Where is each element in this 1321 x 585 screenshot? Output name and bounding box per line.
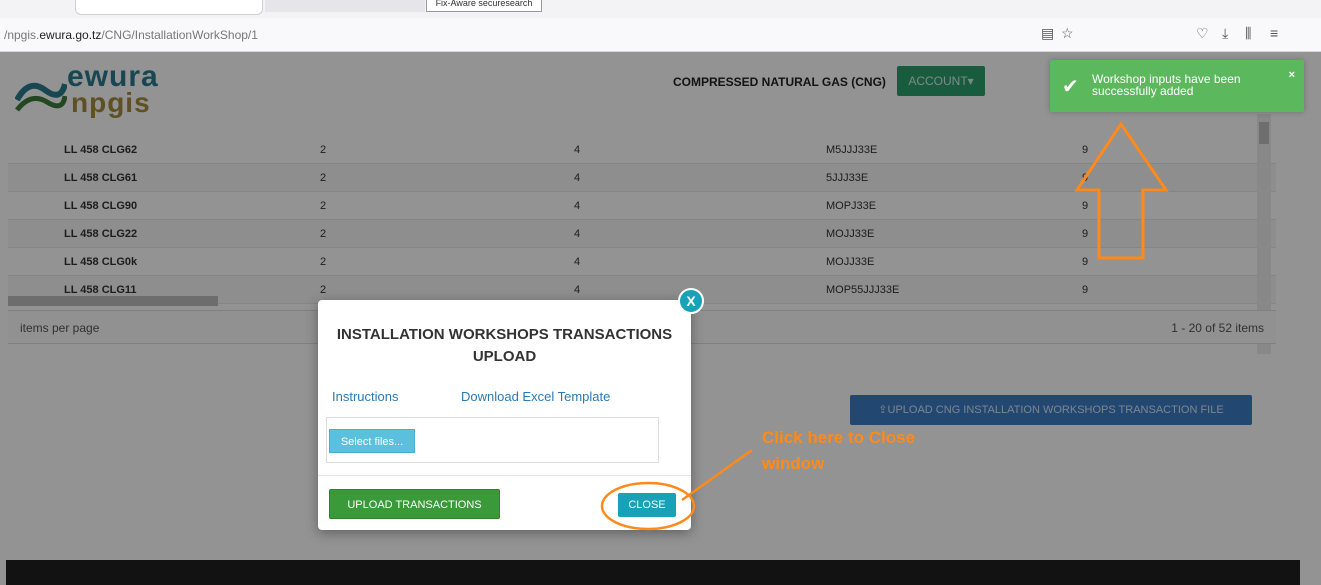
pocket-icon[interactable]: ♡ (1196, 25, 1209, 42)
reader-view-icon[interactable]: ▤ (1041, 25, 1054, 42)
checkmark-icon: ✔ (1062, 76, 1079, 98)
close-button[interactable]: CLOSE (618, 493, 676, 517)
bookmark-star-icon[interactable]: ☆ (1061, 25, 1074, 42)
modal-title: INSTALLATION WORKSHOPS TRANSACTIONS UPLO… (336, 326, 673, 365)
upload-modal: INSTALLATION WORKSHOPS TRANSACTIONS UPLO… (318, 300, 691, 530)
annotation-label: Click here to Close window (762, 425, 915, 477)
url-path: /CNG/InstallationWorkShop/1 (101, 28, 258, 42)
success-toast[interactable]: ✔ Workshop inputs have been successfully… (1050, 60, 1304, 112)
url-prefix: /npgis. (4, 28, 40, 42)
annotation-line2: window (762, 454, 825, 473)
address-bar[interactable]: /npgis.ewura.go.tz/CNG/InstallationWorkS… (0, 18, 1321, 52)
download-template-link[interactable]: Download Excel Template (461, 389, 610, 404)
toast-message: Workshop inputs have been successfully a… (1092, 72, 1241, 98)
browser-tab-inactive[interactable] (265, 0, 425, 12)
upload-transactions-button[interactable]: UPLOAD TRANSACTIONS (329, 489, 500, 519)
select-files-button[interactable]: Select files... (329, 429, 415, 453)
tab-tooltip: Fix-Aware securesearch (426, 0, 542, 12)
instructions-link[interactable]: Instructions (332, 389, 398, 404)
library-icon[interactable]: ⫼ (1245, 25, 1251, 42)
download-icon[interactable]: ⤓ (1222, 25, 1228, 42)
menu-icon[interactable]: ≡ (1270, 25, 1278, 41)
url-domain: ewura.go.tz (39, 28, 102, 42)
file-dropzone[interactable]: Select files... (326, 417, 659, 463)
toast-close-icon[interactable]: × (1289, 69, 1295, 81)
browser-tab-strip: Fix-Aware securesearch (0, 0, 1321, 18)
modal-divider (318, 475, 691, 476)
modal-close-icon[interactable]: X (678, 288, 704, 314)
url-text[interactable]: /npgis.ewura.go.tz/CNG/InstallationWorkS… (4, 28, 258, 42)
browser-tab[interactable] (75, 0, 263, 15)
annotation-line1: Click here to Close (762, 428, 916, 447)
page: Fix-Aware securesearch /npgis.ewura.go.t… (0, 0, 1321, 585)
